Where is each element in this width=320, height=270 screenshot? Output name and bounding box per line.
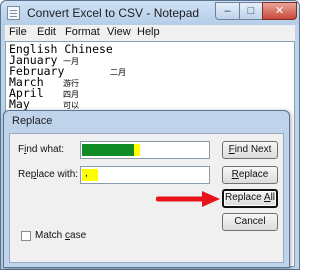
red-arrow-annotation [156, 191, 220, 207]
editor-chinese-text: 游行 [63, 79, 79, 88]
replace-value: , [85, 168, 88, 179]
menu-bar: File Edit Format View Help [5, 25, 295, 41]
find-highlight-yellow [134, 144, 140, 156]
close-button[interactable]: ✕ [262, 2, 297, 20]
cancel-button[interactable]: Cancel [222, 213, 278, 231]
editor-chinese-text: 一月 [63, 57, 79, 66]
match-case-checkbox[interactable] [21, 231, 31, 241]
find-what-label: Find what: [18, 144, 65, 155]
replace-with-label: Replace with: [18, 169, 79, 180]
menu-view[interactable]: View [107, 26, 131, 38]
maximize-button[interactable]: □ [239, 2, 263, 20]
replace-with-input[interactable]: , [80, 166, 210, 184]
menu-file[interactable]: File [9, 26, 27, 38]
menu-format[interactable]: Format [65, 26, 100, 38]
dialog-title: Replace [12, 115, 53, 127]
replace-all-button[interactable]: Replace All [222, 189, 278, 208]
window-title: Convert Excel to CSV - Notepad [27, 6, 200, 20]
notepad-app-icon [7, 6, 20, 20]
replace-dialog: Replace Find what: Replace with: , Find … [3, 110, 290, 268]
editor-line: May [9, 97, 30, 111]
editor-chinese-text: 四月 [63, 90, 79, 99]
menu-edit[interactable]: Edit [37, 26, 56, 38]
match-case-label: Match case [35, 230, 87, 241]
minimize-button[interactable]: – [215, 2, 240, 20]
replace-button[interactable]: Replace [222, 166, 278, 184]
title-bar[interactable]: Convert Excel to CSV - Notepad – □ ✕ [1, 1, 299, 25]
find-highlight-green [82, 144, 134, 156]
find-what-input[interactable] [80, 141, 210, 159]
editor-chinese-text: 二月 [110, 68, 126, 77]
find-next-button[interactable]: Find Next [222, 141, 278, 159]
menu-help[interactable]: Help [137, 26, 160, 38]
dialog-body: Find what: Replace with: , Find Next Rep… [9, 133, 284, 263]
